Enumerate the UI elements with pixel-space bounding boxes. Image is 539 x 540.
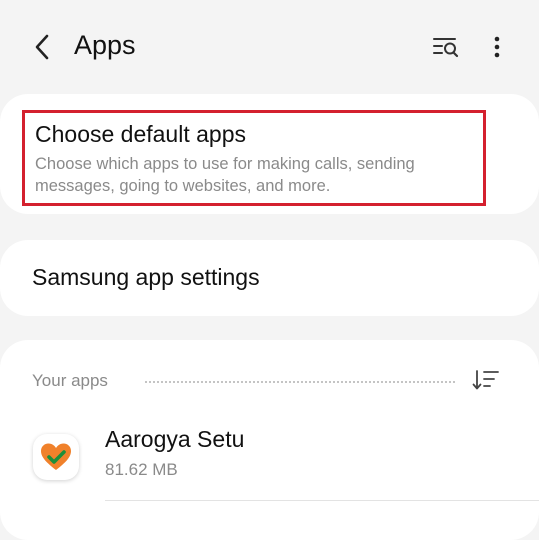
aarogya-setu-heart-icon (33, 434, 79, 480)
section-divider (145, 381, 455, 383)
default-apps-description: Choose which apps to use for making call… (35, 155, 415, 195)
search-button[interactable] (428, 32, 464, 62)
samsung-app-settings-label: Samsung app settings (32, 264, 260, 290)
samsung-settings-card: Samsung app settings (0, 240, 539, 316)
samsung-app-settings-item[interactable]: Samsung app settings (0, 240, 539, 316)
sort-icon (472, 370, 499, 390)
list-divider (105, 500, 539, 501)
choose-default-apps-item[interactable]: Choose default apps Choose which apps to… (22, 110, 486, 206)
app-bar: Apps (0, 0, 539, 94)
default-apps-title: Choose default apps (35, 121, 246, 147)
app-size: 81.62 MB (105, 460, 178, 479)
more-vertical-icon (494, 36, 500, 58)
sort-button[interactable] (470, 366, 502, 394)
more-options-button[interactable] (484, 30, 510, 64)
app-list-item[interactable]: Aarogya Setu 81.62 MB (0, 412, 539, 504)
default-apps-card: Choose default apps Choose which apps to… (0, 94, 539, 214)
app-name: Aarogya Setu (105, 426, 245, 452)
back-button[interactable] (26, 28, 58, 66)
page-title: Apps (74, 30, 136, 60)
back-arrow-icon (35, 34, 49, 60)
list-search-icon (433, 38, 459, 58)
your-apps-card: Your apps Aarogya Setu 81.62 MB (0, 340, 539, 540)
your-apps-header: Your apps (32, 371, 108, 390)
